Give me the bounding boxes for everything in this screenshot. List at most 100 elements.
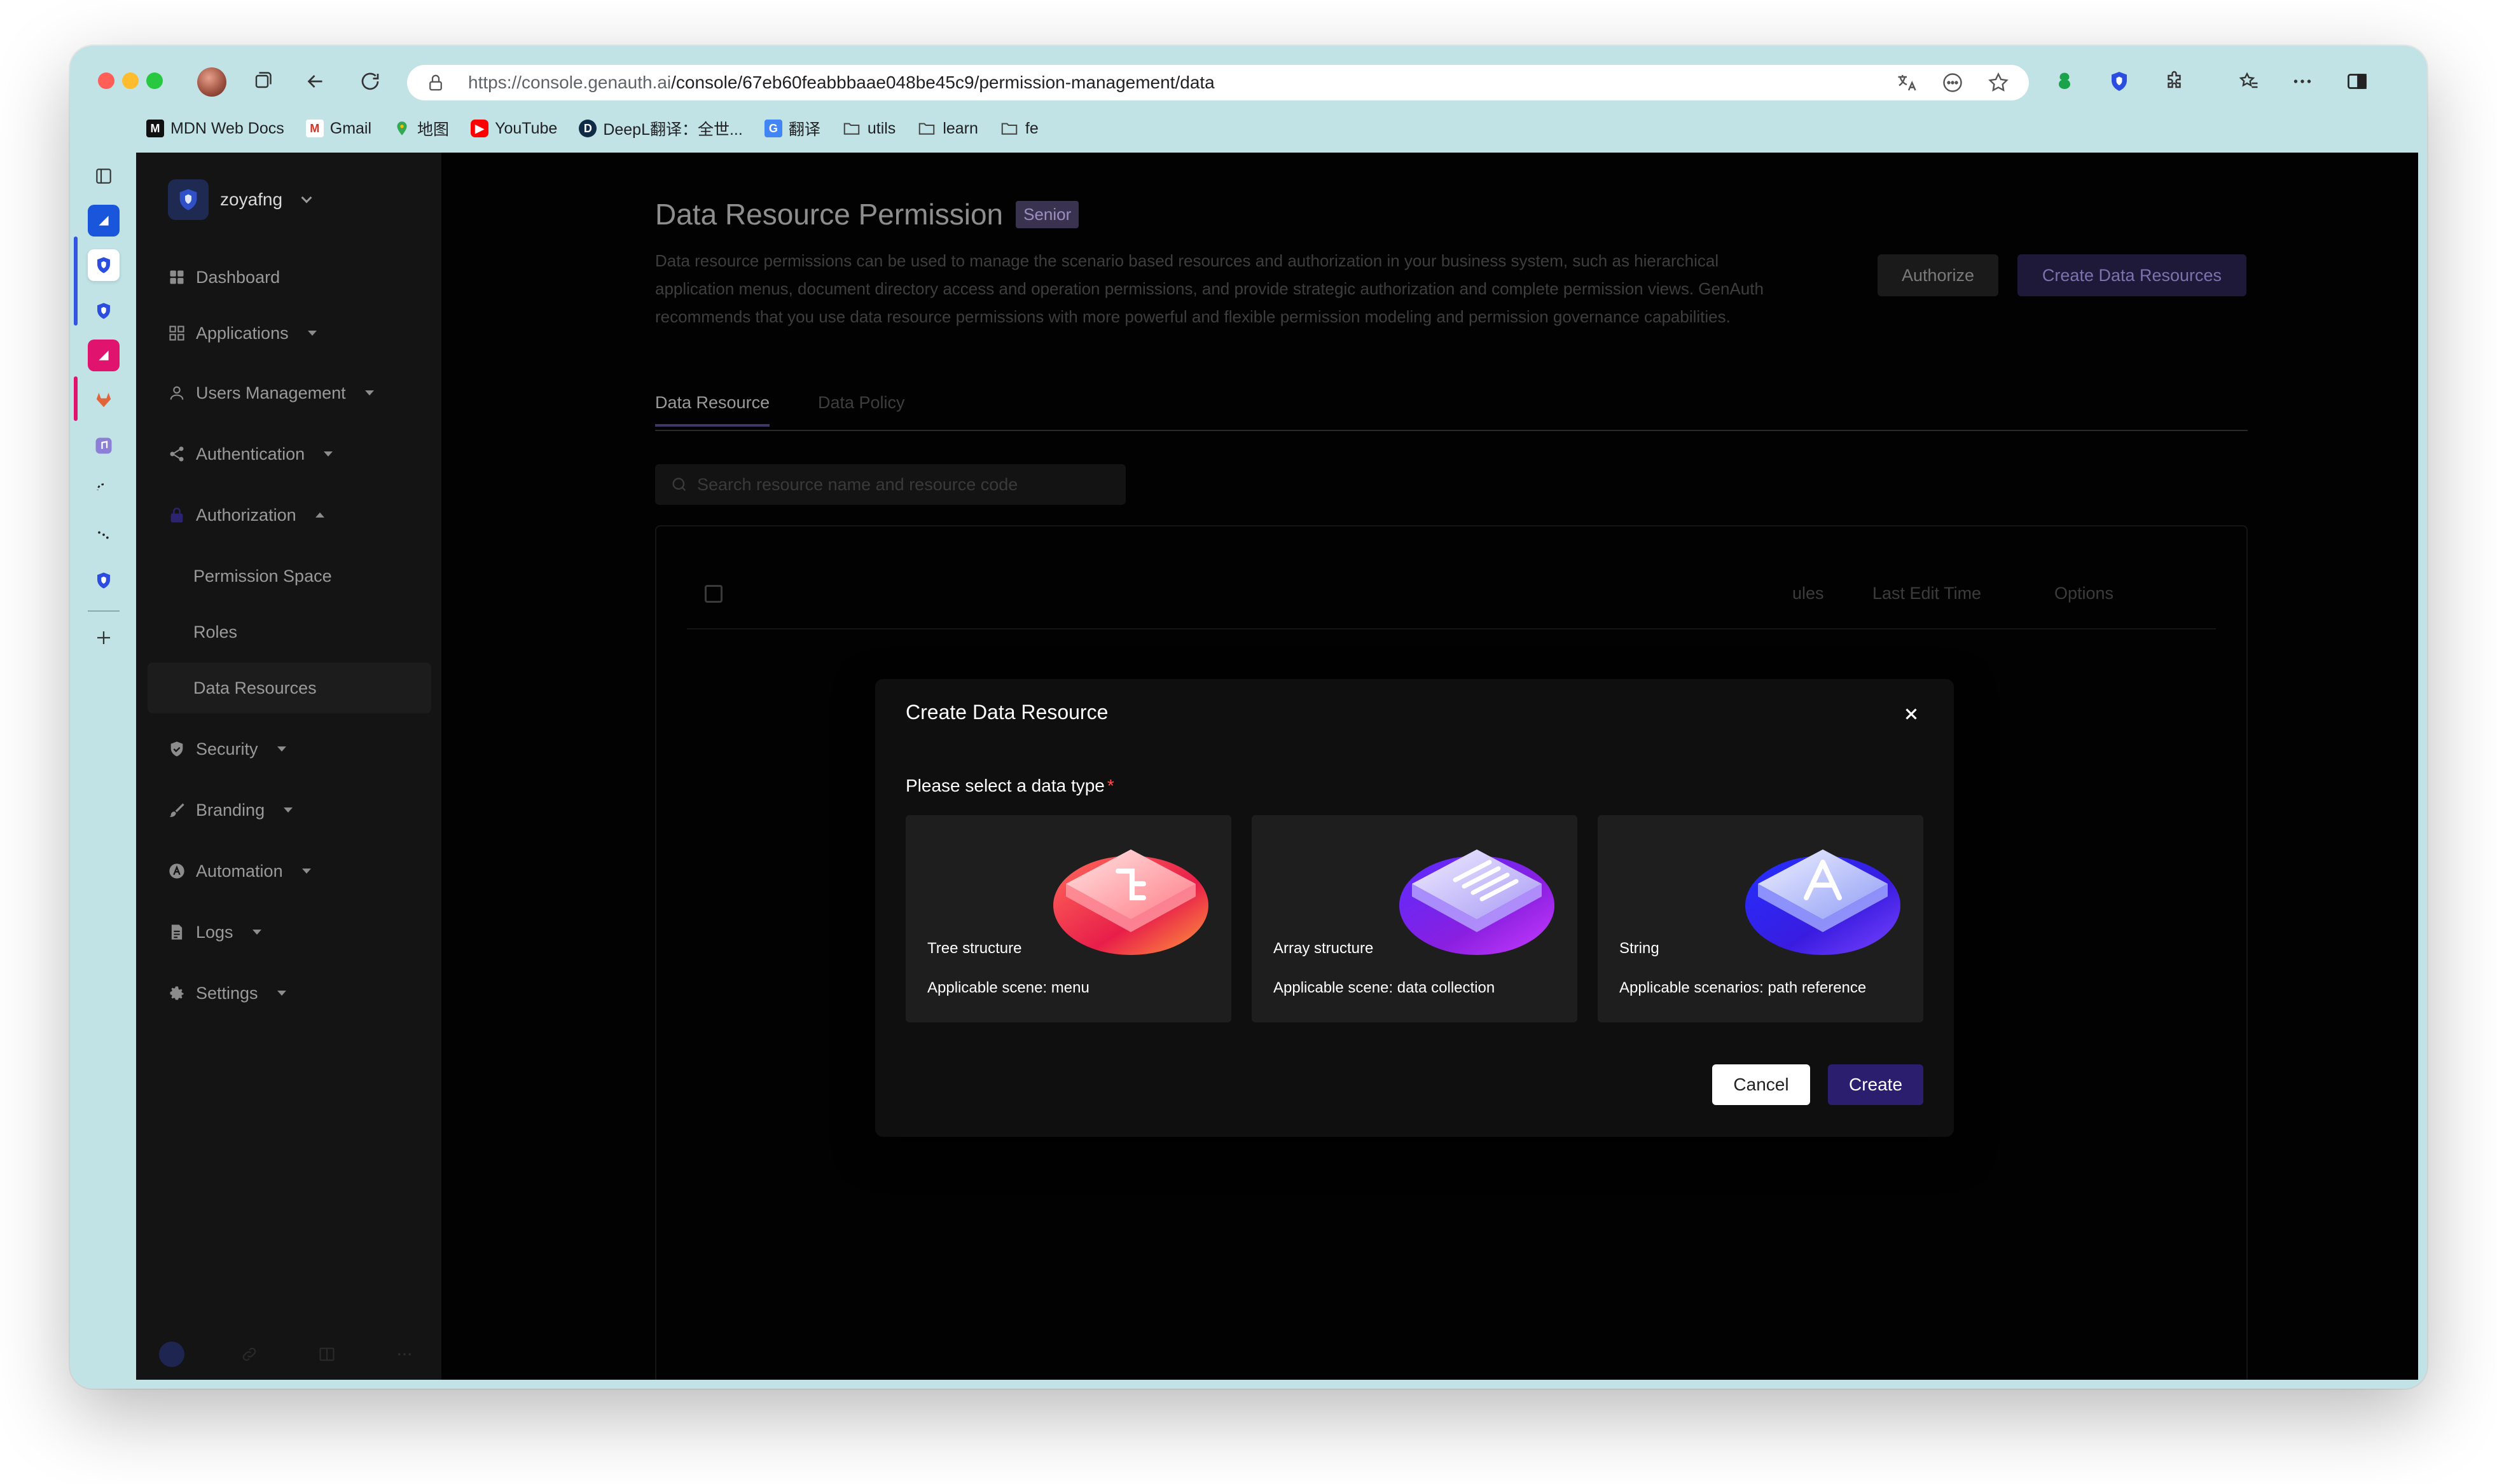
bookmark-deepl[interactable]: D DeepL翻译：全世...: [579, 117, 743, 140]
folder-icon: [843, 123, 860, 135]
data-type-label: Please select a data type *: [906, 776, 1114, 795]
url-text: https://console.genauth.ai/console/67eb6…: [468, 72, 1215, 92]
applications-icon: [169, 326, 184, 341]
bookmark-translate[interactable]: G 翻译: [764, 117, 820, 140]
column-rules: ules: [1792, 584, 1824, 603]
card-array-title: Array structure: [1273, 940, 1374, 957]
sidebar-footer: [159, 1342, 417, 1367]
org-shield-icon: [168, 179, 209, 220]
search-input[interactable]: Search resource name and resource code: [655, 464, 1126, 505]
select-all-checkbox[interactable]: [705, 585, 723, 603]
create-data-resources-button[interactable]: Create Data Resources: [2017, 254, 2246, 296]
bookmark-gmail[interactable]: M Gmail: [305, 120, 371, 138]
caret-down-icon: [284, 807, 293, 813]
bookmark-learn[interactable]: learn: [917, 119, 978, 138]
close-icon[interactable]: [1902, 704, 1921, 724]
profile-avatar[interactable]: [197, 67, 226, 97]
data-type-card-array[interactable]: Array structure Applicable scene: data c…: [1252, 815, 1577, 1022]
sidebar-item-dashboard[interactable]: Dashboard: [168, 265, 280, 290]
translate-page-icon[interactable]: [1895, 71, 1918, 94]
string-type-icon: [1745, 849, 1900, 955]
close-window-button[interactable]: [98, 72, 114, 89]
sidebar-item-settings[interactable]: Settings: [168, 980, 286, 1006]
vtab-music-icon[interactable]: [88, 430, 120, 462]
new-tab-plus-icon[interactable]: [88, 622, 120, 654]
vtab-blue-app-icon[interactable]: [88, 205, 120, 237]
caret-up-icon: [315, 512, 324, 518]
vtab-dots-icon[interactable]: [88, 519, 120, 551]
favorite-star-icon[interactable]: [1987, 71, 2010, 94]
app-sidebar: zoyafng Dashboard Applications Users Man…: [136, 153, 441, 1380]
vtab-pink-app-icon[interactable]: [88, 340, 120, 371]
create-button[interactable]: Create: [1828, 1064, 1923, 1105]
column-options: Options: [2054, 584, 2114, 603]
tab-collections-icon[interactable]: [249, 69, 275, 94]
minimize-window-button[interactable]: [122, 72, 139, 89]
data-type-card-tree[interactable]: Tree structure Applicable scene: menu: [906, 815, 1231, 1022]
user-icon: [170, 386, 184, 400]
assistant-icon[interactable]: [159, 1342, 184, 1367]
org-switcher[interactable]: zoyafng: [168, 179, 312, 220]
card-string-title: String: [1619, 940, 1659, 957]
reader-icon[interactable]: [1941, 71, 1964, 94]
lock-icon: [429, 74, 442, 91]
bookmark-fe[interactable]: fe: [1000, 119, 1039, 138]
folder-icon: [1001, 123, 1018, 135]
logs-icon: [171, 924, 183, 940]
bookmark-utils[interactable]: utils: [842, 119, 896, 138]
sidebar-item-automation[interactable]: Automation: [168, 858, 311, 884]
bookmark-maps[interactable]: 地图: [393, 117, 449, 140]
sidebar-item-authorization[interactable]: Authorization: [168, 502, 324, 528]
vtab-genauth-3[interactable]: [88, 565, 120, 596]
search-placeholder: Search resource name and resource code: [697, 474, 1018, 494]
tab-data-policy[interactable]: Data Policy: [818, 393, 905, 413]
extension-green-icon[interactable]: [2052, 69, 2077, 94]
sidebar-item-permission-space[interactable]: Permission Space: [193, 563, 332, 589]
lock-icon: [170, 507, 183, 523]
more-menu-icon[interactable]: [2290, 69, 2315, 94]
link-icon[interactable]: [237, 1342, 262, 1367]
extension-shield-icon[interactable]: [2106, 69, 2132, 94]
cancel-button[interactable]: Cancel: [1712, 1064, 1810, 1105]
sidebar-item-data-resources[interactable]: Data Resources: [193, 675, 317, 701]
sidebar-item-authentication[interactable]: Authentication: [168, 441, 333, 467]
sidebar-item-roles[interactable]: Roles: [193, 619, 237, 645]
sidebar-item-logs[interactable]: Logs: [168, 919, 261, 945]
data-type-card-string[interactable]: String Applicable scenarios: path refere…: [1598, 815, 1923, 1022]
sidebar-item-users[interactable]: Users Management: [168, 380, 374, 406]
array-structure-icon: [1399, 849, 1554, 955]
sidebar-item-branding[interactable]: Branding: [168, 797, 293, 823]
vtab-genauth-active[interactable]: [88, 249, 120, 281]
bookmark-youtube[interactable]: ▶ YouTube: [471, 120, 557, 138]
vtab-panel-icon[interactable]: [88, 160, 120, 192]
chevron-down-icon: [301, 192, 312, 203]
tab-data-resource[interactable]: Data Resource: [655, 393, 770, 427]
bookmark-mdn[interactable]: M MDN Web Docs: [146, 120, 284, 138]
vtab-genauth-2[interactable]: [88, 295, 120, 327]
caret-down-icon: [301, 869, 311, 874]
extensions-puzzle-icon[interactable]: [2162, 69, 2188, 94]
address-bar[interactable]: https://console.genauth.ai/console/67eb6…: [407, 65, 2029, 100]
required-mark: *: [1107, 776, 1114, 795]
caret-down-icon: [277, 746, 286, 752]
back-icon[interactable]: [303, 69, 328, 94]
more-dots-icon[interactable]: [392, 1342, 417, 1367]
sidebar-item-security[interactable]: Security: [168, 736, 286, 762]
sidebar-item-applications[interactable]: Applications: [168, 320, 317, 346]
sidebar-toggle-icon[interactable]: [2344, 69, 2370, 94]
modal-title: Create Data Resource: [906, 701, 1109, 724]
card-tree-scene: Applicable scene: menu: [927, 979, 1089, 996]
maps-icon: [393, 120, 411, 137]
reload-icon[interactable]: [357, 69, 383, 94]
brush-icon: [169, 803, 184, 817]
dashboard-icon: [170, 270, 184, 284]
book-icon[interactable]: [314, 1342, 340, 1367]
favorites-list-icon[interactable]: [2236, 69, 2262, 94]
vtab-gitlab-icon[interactable]: [88, 384, 120, 416]
vtab-spinner-icon[interactable]: [88, 474, 120, 506]
maximize-window-button[interactable]: [146, 72, 163, 89]
translate-icon: G: [764, 120, 782, 137]
card-array-scene: Applicable scene: data collection: [1273, 979, 1495, 996]
authorize-button[interactable]: Authorize: [1878, 254, 1998, 296]
senior-badge: Senior: [1016, 200, 1079, 228]
